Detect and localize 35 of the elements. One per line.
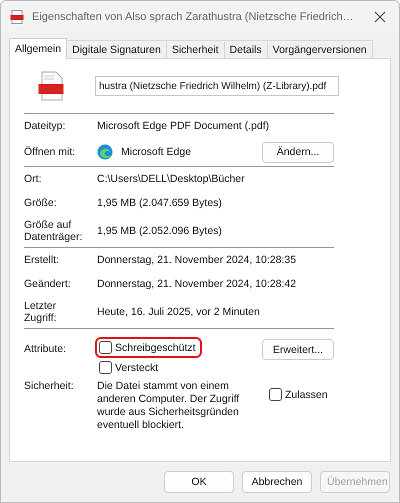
app-name: Microsoft Edge [121,146,192,158]
browser-icon [97,144,113,160]
security-note: Die Datei stammt von einem anderen Computer. Der Zugriff wurde aus Sicherheitsgründen eventuell blockiert. [97,380,240,432]
field-label: Öffnen mit: [24,146,76,158]
pdf-file-icon [38,71,64,101]
tab[interactable]: Vorgängerversionen [266,40,373,58]
field-value: 1,95 MB (2.047.659 Bytes) [97,197,222,209]
field-label: Größe auf Datenträger: [24,219,84,243]
field-value: Microsoft Edge PDF Document (.pdf) [97,120,270,132]
checkbox[interactable]: Zulassen [267,386,330,403]
field-value: 1,95 MB (2.052.096 Bytes) [97,225,222,237]
file-name-field[interactable]: hustra (Nietzsche Friedrich Wilhelm) (Z-Library).pdf [95,76,339,96]
field-label: Sicherheit: [24,380,75,392]
field-label: Ort: [24,173,42,185]
field-label: Dateityp: [24,120,66,132]
field-value: Donnerstag, 21. November 2024, 10:28:42 [97,278,296,290]
dialog-button[interactable]: OK [164,471,234,493]
dialog-button[interactable]: Abbrechen [242,471,312,493]
field-label: Erstellt: [24,254,60,266]
field-value: Donnerstag, 21. November 2024, 10:28:35 [97,254,296,266]
change-button[interactable]: Ändern... [262,142,334,162]
field-value: Heute, 16. Juli 2025, vor 2 Minuten [97,306,260,318]
field-label: Geändert: [24,278,72,290]
pdf-file-icon [10,10,24,24]
window-title: Eigenschaften von Also sprach Zarathustra (Nietzsche Friedrich… [32,10,354,22]
checkbox[interactable]: Versteckt [97,359,160,376]
advanced-button[interactable]: Erweitert... [262,339,334,360]
field-label: Größe: [24,197,58,209]
highlighted-checkbox[interactable]: Schreibgeschützt [97,339,200,356]
tab[interactable]: Allgemein [9,38,68,59]
close-icon [374,10,386,22]
tab[interactable]: Digitale Signaturen [66,40,167,58]
field-label: Attribute: [24,342,68,355]
field-value: C:\Users\DELL\Desktop\Bücher [97,173,245,185]
field-label: Letzter Zugriff: [24,300,58,324]
